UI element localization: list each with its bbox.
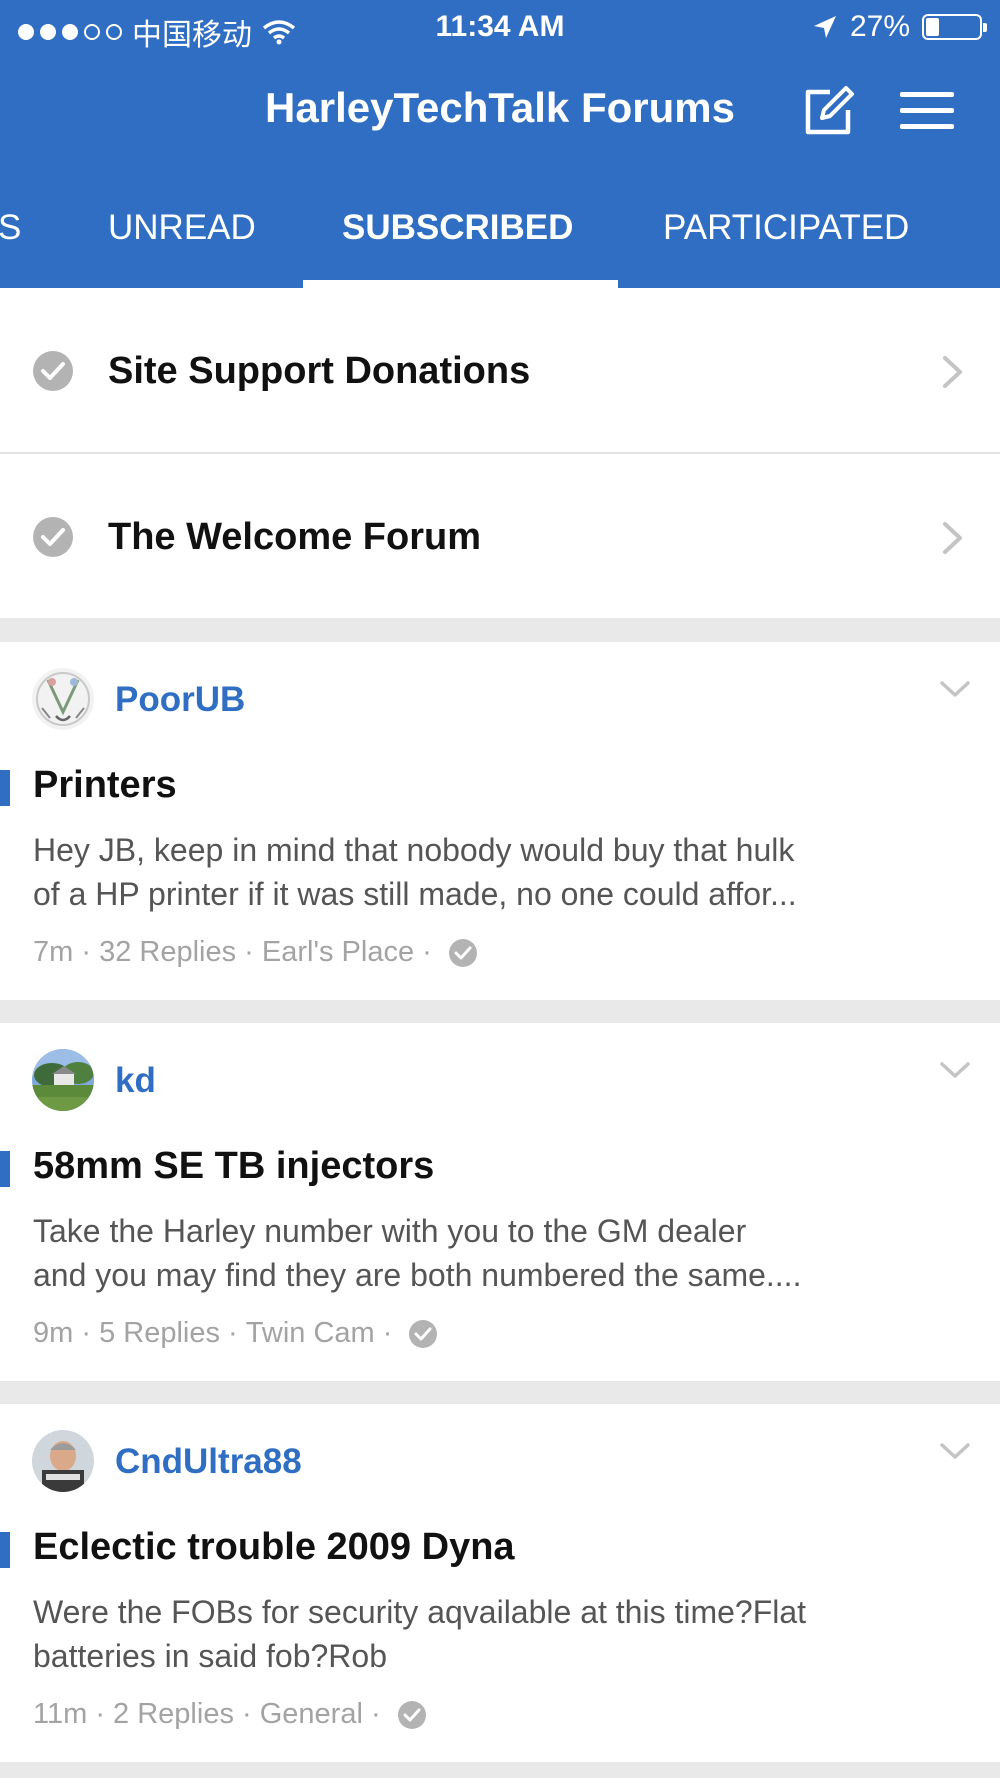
author-name[interactable]: CndUltra88 — [115, 1442, 302, 1482]
thread-excerpt: Were the FOBs for security aqvailable at… — [33, 1590, 968, 1678]
forum-row[interactable]: Site Support Donations — [0, 288, 1000, 452]
hamburger-menu-icon[interactable] — [900, 92, 954, 132]
chevron-down-icon[interactable] — [938, 678, 972, 700]
app-header: 中国移动 11:34 AM 27% HarleyTechTalk Forums … — [0, 0, 1000, 288]
forum-name: Site Support Donations — [108, 350, 531, 392]
excerpt-line: Were the FOBs for security aqvailable at… — [33, 1594, 807, 1630]
status-bar: 中国移动 11:34 AM 27% — [0, 0, 1000, 56]
thread-time: 7m — [33, 936, 74, 968]
thread-excerpt: Hey JB, keep in mind that nobody would b… — [33, 828, 968, 916]
excerpt-line: Take the Harley number with you to the G… — [33, 1213, 747, 1249]
subscribed-check-icon — [409, 1319, 438, 1348]
reply-count: 32 Replies — [99, 936, 237, 968]
thread-meta: 9m · 5 Replies · Twin Cam · — [33, 1317, 438, 1350]
tab-bar: S UNREAD SUBSCRIBED PARTICIPATED — [0, 196, 1000, 288]
forum-row[interactable]: The Welcome Forum — [0, 454, 1000, 618]
thread-meta: 7m · 32 Replies · Earl's Place · — [33, 936, 478, 969]
thread-card[interactable]: PoorUB Printers Hey JB, keep in mind tha… — [0, 642, 1000, 1000]
excerpt-line: of a HP printer if it was still made, no… — [33, 876, 797, 912]
thread-time: 11m — [33, 1698, 88, 1730]
status-right: 27% — [812, 10, 987, 44]
chevron-right-icon — [943, 522, 962, 554]
tab-subscribed[interactable]: SUBSCRIBED — [342, 208, 573, 248]
thread-card[interactable]: kd 58mm SE TB injectors Take the Harley … — [0, 1023, 1000, 1381]
thread-title: 58mm SE TB injectors — [33, 1145, 435, 1187]
excerpt-line: and you may find they are both numbered … — [33, 1257, 802, 1293]
tab-participated[interactable]: PARTICIPATED — [663, 208, 909, 248]
tab-partial[interactable]: S — [0, 208, 21, 248]
thread-forum: Earl's Place — [261, 936, 415, 968]
author-name[interactable]: kd — [115, 1061, 156, 1101]
thread-forum: Twin Cam — [245, 1317, 375, 1349]
check-circle-icon — [33, 517, 73, 557]
chevron-right-icon — [943, 356, 962, 388]
unread-marker — [0, 770, 10, 806]
thread-meta: 11m · 2 Replies · General · — [33, 1698, 427, 1731]
thread-card[interactable]: CndUltra88 Eclectic trouble 2009 Dyna We… — [0, 1404, 1000, 1762]
chevron-down-icon[interactable] — [938, 1440, 972, 1462]
forum-name: The Welcome Forum — [108, 516, 482, 558]
unread-marker — [0, 1151, 10, 1187]
avatar[interactable] — [32, 668, 94, 730]
thread-forum: General — [259, 1698, 363, 1730]
avatar[interactable] — [32, 1049, 94, 1111]
reply-count: 2 Replies — [113, 1698, 234, 1730]
compose-icon[interactable] — [800, 84, 856, 140]
active-tab-indicator — [303, 280, 618, 288]
reply-count: 5 Replies — [99, 1317, 220, 1349]
check-circle-icon — [33, 351, 73, 391]
tab-unread[interactable]: UNREAD — [108, 208, 256, 248]
avatar[interactable] — [32, 1430, 94, 1492]
thread-title: Eclectic trouble 2009 Dyna — [33, 1526, 515, 1568]
thread-title: Printers — [33, 764, 177, 806]
subscribed-check-icon — [448, 938, 477, 967]
battery-icon — [922, 14, 987, 40]
battery-percent: 27% — [849, 10, 910, 43]
subscribed-check-icon — [397, 1700, 426, 1729]
excerpt-line: Hey JB, keep in mind that nobody would b… — [33, 832, 795, 868]
chevron-down-icon[interactable] — [938, 1059, 972, 1081]
thread-time: 9m — [33, 1317, 74, 1349]
excerpt-line: batteries in said fob?Rob — [33, 1638, 387, 1674]
thread-excerpt: Take the Harley number with you to the G… — [33, 1209, 968, 1297]
location-arrow-icon — [813, 16, 836, 38]
unread-marker — [0, 1532, 10, 1568]
author-name[interactable]: PoorUB — [115, 680, 245, 720]
